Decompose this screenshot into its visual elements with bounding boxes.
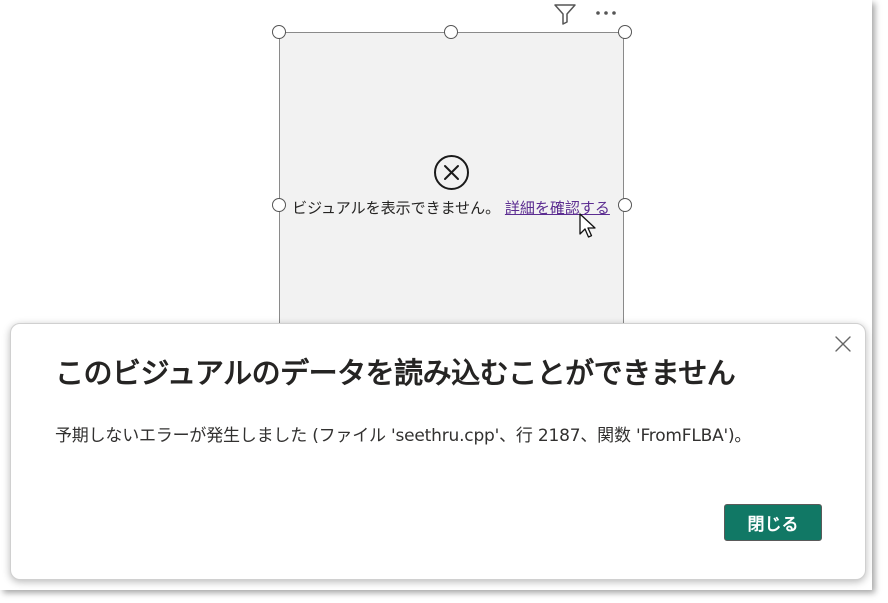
error-circle-x-icon — [434, 155, 469, 190]
close-icon[interactable] — [834, 335, 852, 353]
resize-handle-right[interactable] — [618, 198, 632, 212]
mouse-pointer-icon — [579, 213, 596, 238]
dialog-title: このビジュアルのデータを読み込むことができません — [55, 356, 736, 390]
visual-error-message: ビジュアルを表示できません。 詳細を確認する — [292, 196, 610, 221]
resize-handle-top[interactable] — [444, 25, 458, 39]
dialog-message: 予期しないエラーが発生しました (ファイル 'seethru.cpp'、行 21… — [55, 426, 752, 446]
resize-handle-top-right[interactable] — [618, 25, 632, 39]
filter-icon[interactable] — [553, 3, 577, 25]
visual-error-text: ビジュアルを表示できません。 — [292, 199, 501, 217]
resize-handle-left[interactable] — [272, 198, 286, 212]
resize-handle-top-left[interactable] — [272, 25, 286, 39]
close-button[interactable]: 閉じる — [724, 504, 822, 541]
error-dialog: このビジュアルのデータを読み込むことができません 予期しないエラーが発生しました… — [10, 323, 866, 580]
more-options-icon[interactable] — [594, 8, 620, 18]
